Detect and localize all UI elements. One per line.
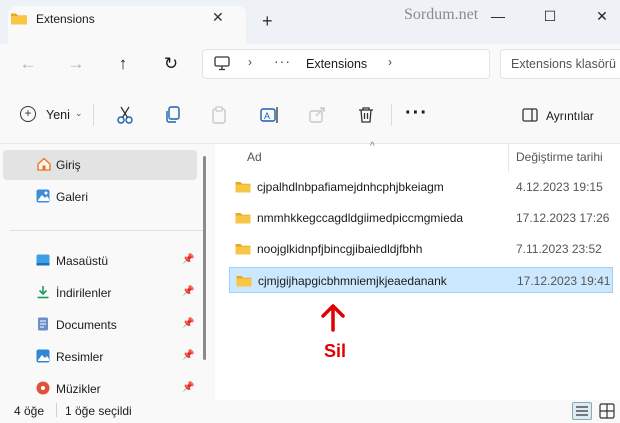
home-icon — [36, 157, 51, 171]
tiles-view-icon[interactable] — [598, 402, 616, 420]
sidebar-item-documents[interactable]: Documents 📌 — [0, 312, 200, 338]
sidebar-item-label: Resimler — [56, 350, 104, 364]
search-placeholder: Extensions klasörü — [511, 57, 616, 71]
music-icon — [36, 381, 50, 395]
item-count: 4 öğe — [14, 404, 45, 418]
pin-icon[interactable]: 📌 — [182, 254, 194, 265]
tab-title: Extensions — [36, 12, 95, 26]
toolbar-divider — [93, 104, 94, 126]
share-icon[interactable] — [306, 104, 328, 126]
sort-ascending-icon: ^ — [370, 141, 375, 152]
file-name: cjpalhdlnbpafiamejdnhcphjbkeiagm — [257, 180, 444, 194]
forward-button[interactable]: → — [64, 52, 88, 76]
sidebar-item-label: Galeri — [56, 190, 89, 204]
new-tab-button[interactable]: + — [262, 12, 273, 30]
table-row[interactable]: cjpalhdlnbpafiamejdnhcphjbkeiagm 4.12.20… — [229, 174, 613, 200]
chevron-right-icon[interactable]: › — [388, 55, 392, 69]
rename-icon[interactable]: A — [258, 104, 280, 126]
column-divider[interactable] — [508, 144, 509, 172]
copy-icon[interactable] — [162, 104, 184, 126]
file-name: cjmjgijhapgicbhmniemjkjeaedanank — [258, 274, 447, 288]
sidebar-scrollbar[interactable] — [203, 156, 206, 360]
red-arrow-up-icon — [319, 304, 347, 335]
desktop-icon — [36, 253, 50, 267]
file-name: noojglkidnpfjbincgjibaiedldjfbhh — [257, 242, 423, 256]
chevron-down-icon[interactable]: ⌄ — [75, 108, 83, 119]
up-button[interactable]: ↑ — [111, 52, 135, 76]
file-modified: 7.11.2023 23:52 — [516, 242, 602, 256]
file-name: nmmhkkegccagdldgiimedpiccmgmieda — [257, 211, 464, 225]
delete-icon[interactable] — [355, 104, 377, 126]
gallery-icon — [36, 189, 50, 203]
minimize-button[interactable]: — — [484, 6, 512, 26]
paste-icon[interactable] — [208, 104, 230, 126]
table-row-selected[interactable]: cjmjgijhapgicbhmniemjkjeaedanank 17.12.2… — [229, 267, 613, 293]
file-modified: 17.12.2023 17:26 — [516, 211, 610, 225]
more-options-button[interactable]: ··· — [405, 103, 428, 123]
details-pane-icon[interactable] — [522, 108, 538, 125]
svg-text:A: A — [264, 111, 270, 121]
table-row[interactable]: noojglkidnpfjbincgjibaiedldjfbhh 7.11.20… — [229, 236, 613, 262]
address-overflow-button[interactable]: ··· — [274, 53, 291, 69]
chevron-right-icon[interactable]: › — [248, 55, 252, 69]
file-modified: 17.12.2023 19:41 — [517, 274, 611, 288]
sidebar-item-label: İndirilenler — [56, 286, 112, 300]
watermark: Sordum.net — [404, 6, 479, 23]
computer-icon[interactable] — [214, 56, 230, 74]
selection-count: 1 öğe seçildi — [65, 404, 132, 418]
status-divider — [56, 403, 57, 417]
pin-icon[interactable]: 📌 — [182, 286, 194, 297]
sidebar-item-label: Documents — [56, 318, 117, 332]
sidebar-item-gallery[interactable]: Galeri — [0, 184, 200, 210]
maximize-button[interactable]: ☐ — [536, 6, 564, 26]
table-row[interactable]: nmmhkkegccagdldgiimedpiccmgmieda 17.12.2… — [229, 205, 613, 231]
breadcrumb-extensions[interactable]: Extensions — [306, 57, 367, 71]
downloads-icon — [36, 285, 50, 299]
documents-icon — [36, 317, 50, 331]
folder-icon — [235, 180, 251, 197]
folder-icon — [235, 242, 251, 259]
tab-close-icon[interactable]: ✕ — [212, 9, 224, 26]
folder-icon — [10, 11, 28, 29]
refresh-button[interactable]: ↻ — [159, 52, 183, 76]
column-header-name[interactable]: Ad — [247, 150, 262, 164]
new-button[interactable]: Yeni — [46, 108, 70, 122]
sidebar-item-pictures[interactable]: Resimler 📌 — [0, 344, 200, 370]
details-view-icon[interactable] — [572, 402, 592, 420]
sidebar-item-desktop[interactable]: Masaüstü 📌 — [0, 248, 200, 274]
folder-icon — [235, 211, 251, 228]
folder-icon — [236, 274, 252, 291]
sidebar-divider — [10, 230, 206, 231]
sidebar-item-music[interactable]: Müzikler 📌 — [0, 376, 200, 402]
details-button[interactable]: Ayrıntılar — [546, 109, 594, 123]
sidebar-item-label: Masaüstü — [56, 254, 109, 268]
sidebar-item-downloads[interactable]: İndirilenler 📌 — [0, 280, 200, 306]
add-icon[interactable]: + — [20, 106, 36, 122]
column-header-modified[interactable]: Değiştirme tarihi — [516, 150, 603, 164]
toolbar-divider — [391, 104, 392, 126]
pin-icon[interactable]: 📌 — [182, 318, 194, 329]
sidebar-item-home[interactable]: Giriş — [0, 152, 200, 178]
back-button[interactable]: ← — [16, 52, 40, 76]
file-modified: 4.12.2023 19:15 — [516, 180, 603, 194]
pin-icon[interactable]: 📌 — [182, 382, 194, 393]
sidebar-item-label: Müzikler — [56, 382, 101, 396]
pin-icon[interactable]: 📌 — [182, 350, 194, 361]
cut-icon[interactable] — [114, 104, 136, 126]
pictures-icon — [36, 349, 50, 363]
annotation-label: Sil — [324, 341, 347, 361]
sidebar-item-label: Giriş — [56, 158, 81, 172]
close-window-button[interactable]: ✕ — [588, 6, 616, 26]
